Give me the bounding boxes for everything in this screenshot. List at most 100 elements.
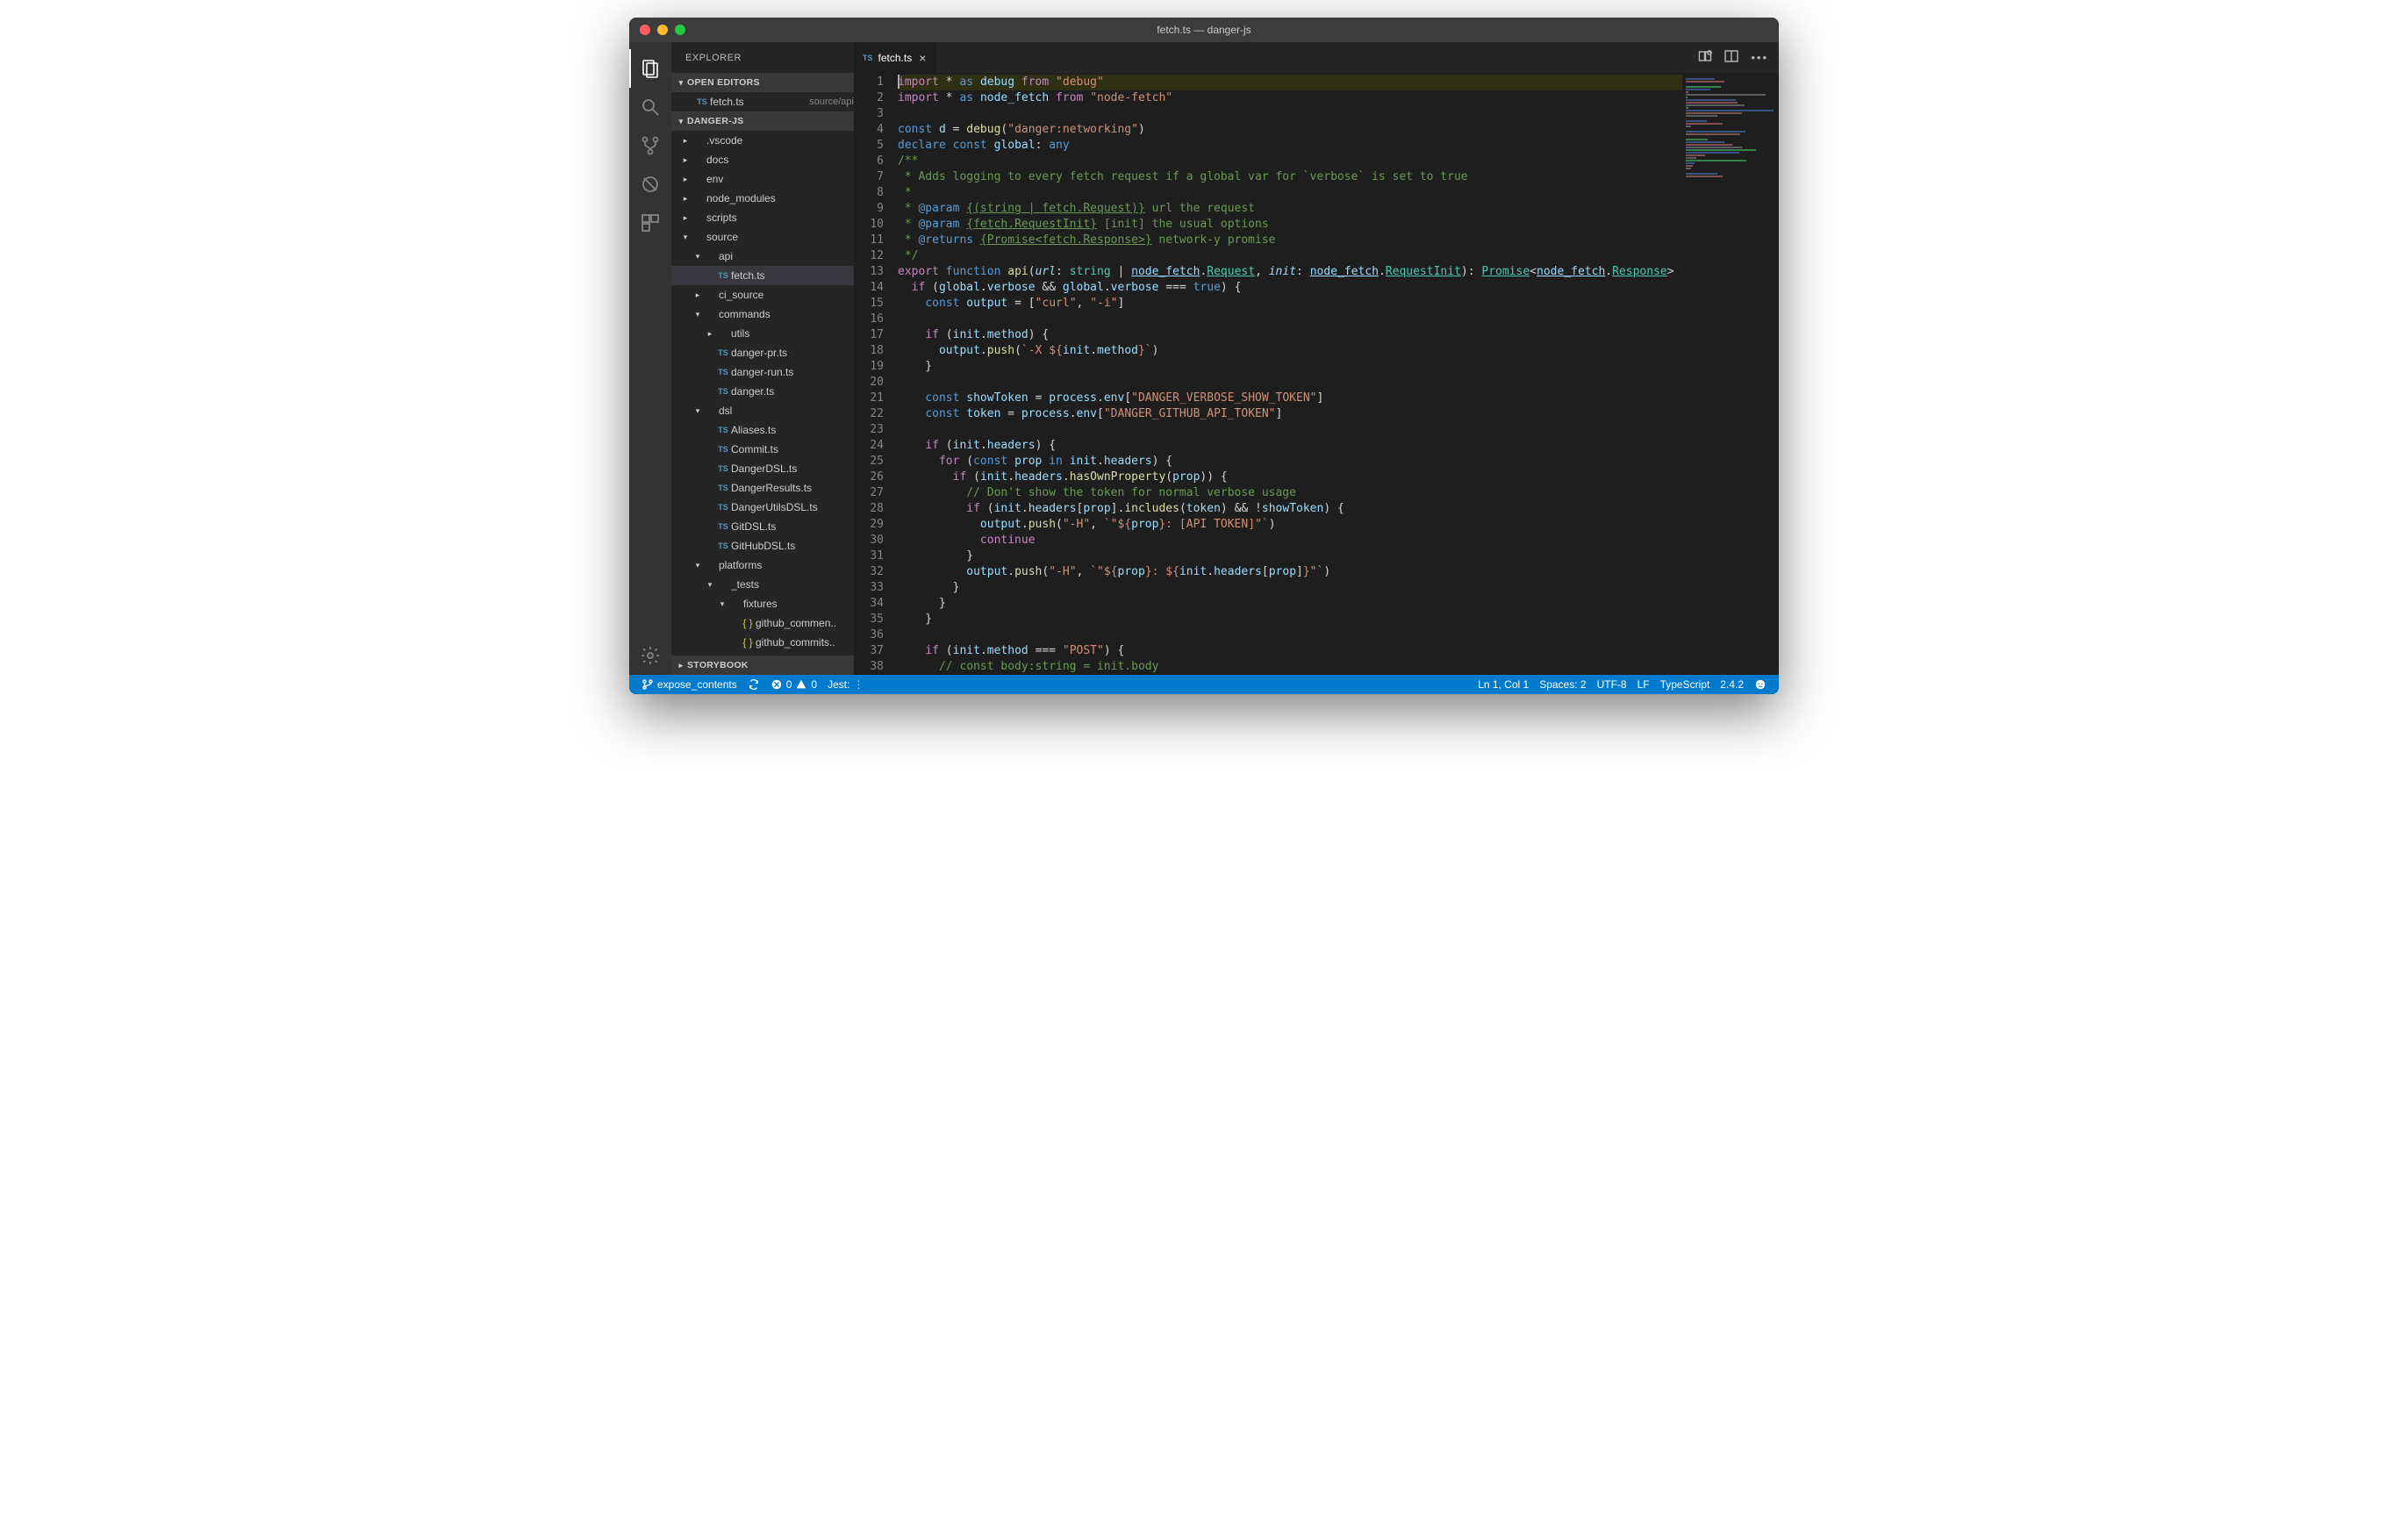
status-feedback-icon[interactable]	[1749, 675, 1772, 694]
code-line: *	[898, 185, 1682, 201]
status-eol[interactable]: LF	[1632, 675, 1655, 694]
tree-folder[interactable]: ▾source	[671, 227, 854, 247]
tree-file[interactable]: ▸TSdanger-pr.ts	[671, 343, 854, 362]
line-number: 27	[854, 485, 884, 501]
zoom-window-button[interactable]	[675, 25, 685, 35]
code-line: continue	[898, 533, 1682, 548]
line-number: 15	[854, 296, 884, 312]
tree-folder[interactable]: ▸scripts	[671, 208, 854, 227]
tree-folder[interactable]: ▸env	[671, 169, 854, 189]
tree-item-label: DangerDSL.ts	[731, 462, 854, 475]
tree-item-label: github_commits..	[756, 636, 854, 649]
chevron-down-icon: ▾	[692, 252, 703, 262]
tree-item-label: ci_source	[719, 289, 854, 301]
status-version[interactable]: 2.4.2	[1715, 675, 1749, 694]
tree-file[interactable]: ▸TSCommit.ts	[671, 440, 854, 459]
code-line: output.push("-H", `"${prop}: ${init.head…	[898, 564, 1682, 580]
chevron-down-icon: ▾	[675, 78, 687, 88]
traffic-lights	[629, 25, 685, 35]
line-number: 20	[854, 375, 884, 391]
tree-file[interactable]: ▸{ }github_commits..	[671, 633, 854, 652]
close-tab-icon[interactable]: ×	[917, 51, 928, 65]
code-line: import * as debug from "debug"	[898, 75, 1682, 90]
line-number: 23	[854, 422, 884, 438]
tab-label: fetch.ts	[878, 52, 913, 64]
status-encoding[interactable]: UTF-8	[1592, 675, 1632, 694]
chevron-down-icon: ▾	[675, 117, 687, 126]
tree-folder[interactable]: ▸ ci_source	[671, 285, 854, 305]
line-number: 4	[854, 122, 884, 138]
line-number: 34	[854, 596, 884, 612]
compare-changes-icon[interactable]	[1698, 49, 1712, 66]
tree-folder[interactable]: ▸.vscode	[671, 131, 854, 150]
chevron-down-icon: ▾	[705, 580, 715, 590]
more-actions-icon[interactable]: •••	[1751, 51, 1768, 64]
activity-explorer-icon[interactable]	[629, 49, 671, 88]
tree-folder[interactable]: ▾dsl	[671, 401, 854, 420]
code-content[interactable]: import * as debug from "debug"import * a…	[898, 73, 1682, 675]
section-open-editors[interactable]: ▾ OPEN EDITORS	[671, 73, 854, 92]
chevron-right-icon: ▸	[680, 136, 691, 146]
tree-file[interactable]: ▸TSdanger-run.ts	[671, 362, 854, 382]
tree-file[interactable]: ▸TSDangerResults.ts	[671, 478, 854, 498]
tab-fetch-ts[interactable]: TS fetch.ts ×	[854, 42, 937, 73]
tree-file[interactable]: ▸TSfetch.ts	[671, 266, 854, 285]
code-line: }	[898, 548, 1682, 564]
tree-file[interactable]: ▸TSAliases.ts	[671, 420, 854, 440]
code-line: import * as node_fetch from "node-fetch"	[898, 90, 1682, 106]
tree-folder[interactable]: ▸utils	[671, 324, 854, 343]
tree-folder[interactable]: ▸docs	[671, 150, 854, 169]
vscode-window: fetch.ts — danger-js	[629, 18, 1779, 694]
editor[interactable]: 1234567891011121314151617181920212223242…	[854, 73, 1779, 675]
open-editor-label: fetch.ts	[710, 96, 804, 108]
code-line: * @param {(string | fetch.Request)} url …	[898, 201, 1682, 217]
statusbar: expose_contents 0 0 Jest: ⋮ Ln 1, Col 1 …	[629, 675, 1779, 694]
file-tree: ▸.vscode▸docs▸env▸node_modules▸scripts▾s…	[671, 131, 854, 656]
line-number: 2	[854, 90, 884, 106]
tree-file[interactable]: ▸TSGitDSL.ts	[671, 517, 854, 536]
status-jest[interactable]: Jest: ⋮	[822, 675, 869, 694]
tree-folder[interactable]: ▾fixtures	[671, 594, 854, 613]
tree-file[interactable]: ▸TSdanger.ts	[671, 382, 854, 401]
chevron-down-icon: ▾	[692, 310, 703, 319]
tree-folder[interactable]: ▾_tests	[671, 575, 854, 594]
open-editor-item[interactable]: TSfetch.tssource/api	[671, 92, 854, 111]
code-line: const token = process.env["DANGER_GITHUB…	[898, 406, 1682, 422]
tree-folder[interactable]: ▾platforms	[671, 556, 854, 575]
tree-folder[interactable]: ▾commands	[671, 305, 854, 324]
code-line	[898, 375, 1682, 391]
open-editors-list: TSfetch.tssource/api	[671, 92, 854, 111]
status-lncol[interactable]: Ln 1, Col 1	[1473, 675, 1534, 694]
status-language[interactable]: TypeScript	[1655, 675, 1716, 694]
chevron-right-icon: ▸	[692, 290, 703, 300]
split-editor-icon[interactable]	[1724, 49, 1738, 66]
line-number: 10	[854, 217, 884, 233]
activity-extensions-icon[interactable]	[629, 204, 671, 242]
tree-item-label: DangerUtilsDSL.ts	[731, 501, 854, 513]
line-number: 7	[854, 169, 884, 185]
tree-folder[interactable]: ▸node_modules	[671, 189, 854, 208]
main-area: EXPLORER ▾ OPEN EDITORS TSfetch.tssource…	[629, 42, 1779, 675]
activity-debug-icon[interactable]	[629, 165, 671, 204]
status-problems[interactable]: 0 0	[765, 675, 822, 694]
activity-scm-icon[interactable]	[629, 126, 671, 165]
status-spaces[interactable]: Spaces: 2	[1534, 675, 1591, 694]
status-branch[interactable]: expose_contents	[636, 675, 742, 694]
section-project[interactable]: ▾ DANGER-JS	[671, 111, 854, 131]
tree-file[interactable]: ▸TSDangerDSL.ts	[671, 459, 854, 478]
tree-file[interactable]: ▸TSGitHubDSL.ts	[671, 536, 854, 556]
section-storybook[interactable]: ▸ STORYBOOK	[671, 656, 854, 675]
minimize-window-button[interactable]	[657, 25, 668, 35]
activity-search-icon[interactable]	[629, 88, 671, 126]
line-number: 5	[854, 138, 884, 154]
line-number: 14	[854, 280, 884, 296]
tree-folder[interactable]: ▾api	[671, 247, 854, 266]
line-number: 8	[854, 185, 884, 201]
tree-file[interactable]: ▸{ }github_commen..	[671, 613, 854, 633]
minimap[interactable]	[1682, 73, 1779, 675]
close-window-button[interactable]	[640, 25, 650, 35]
tree-file[interactable]: ▸TSDangerUtilsDSL.ts	[671, 498, 854, 517]
status-sync-icon[interactable]	[742, 675, 765, 694]
section-project-label: DANGER-JS	[687, 116, 744, 126]
activity-settings-icon[interactable]	[629, 636, 671, 675]
